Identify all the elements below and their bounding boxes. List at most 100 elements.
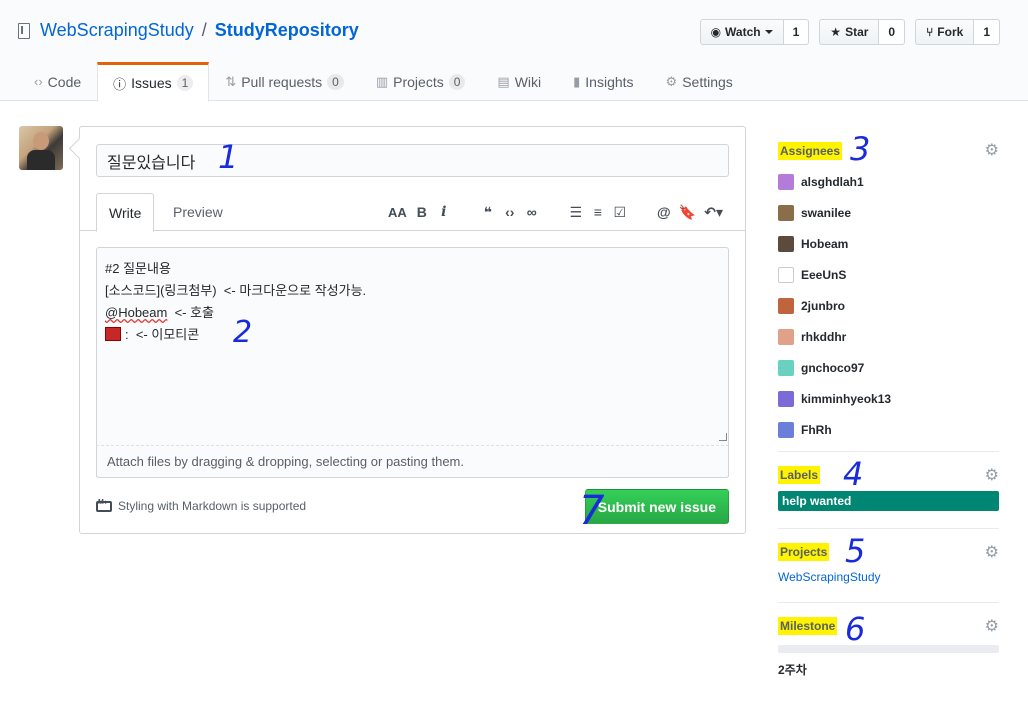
projects-heading[interactable]: Projects: [778, 543, 830, 561]
quote-icon[interactable]: ❝: [481, 204, 495, 221]
avatar[interactable]: [19, 126, 63, 170]
submit-new-issue-button[interactable]: Submit new issue: [584, 489, 729, 524]
emoji-icon: [105, 327, 121, 341]
milestone-heading[interactable]: Milestone: [778, 617, 838, 635]
resize-handle[interactable]: [719, 433, 727, 441]
assignee-login: kimminhyeok13: [801, 391, 892, 406]
git-pull-request-icon: ⇅: [225, 73, 237, 89]
reply-icon[interactable]: ↶▾: [704, 204, 723, 221]
gear-icon[interactable]: ⚙: [985, 465, 999, 485]
tab-preview[interactable]: Preview: [161, 193, 235, 231]
assignee-item[interactable]: alsghdlah1: [778, 166, 999, 197]
assignee-avatar: [778, 204, 794, 221]
mention-icon[interactable]: @: [657, 204, 671, 220]
issue-opened-icon: ⓘ: [113, 76, 127, 92]
repo-separator: /: [201, 20, 207, 40]
body-line: [소스코드](링크첨부) <- 마크다운으로 작성가능.: [105, 283, 367, 298]
gear-icon[interactable]: ⚙: [985, 616, 999, 636]
tab-pull-requests[interactable]: ⇅ Pull requests 0: [209, 62, 360, 101]
gear-icon: ⚙: [665, 73, 678, 89]
unordered-list-icon[interactable]: ☰: [569, 204, 583, 221]
tab-pull-requests-label: Pull requests: [241, 73, 323, 90]
reference-icon[interactable]: 🔖: [679, 204, 696, 221]
link-icon[interactable]: ∞: [525, 204, 539, 220]
assignee-item[interactable]: rhkddhr: [778, 321, 999, 352]
label-list: help wanted: [778, 491, 999, 511]
emoji-note: : <- 이모티콘: [125, 327, 200, 342]
italic-icon[interactable]: i: [437, 204, 451, 220]
gear-icon[interactable]: ⚙: [985, 542, 999, 562]
assignees-heading[interactable]: Assignees: [778, 142, 843, 160]
watch-button[interactable]: ◉ Watch: [699, 19, 784, 45]
ordered-list-icon[interactable]: ≡: [591, 204, 605, 220]
tab-insights-label: Insights: [585, 73, 634, 90]
avatar-face: [33, 132, 49, 150]
issue-title-value: 질문있습니다: [107, 154, 196, 172]
markdown-icon: [96, 499, 112, 512]
milestone-title[interactable]: 2주차: [778, 661, 999, 678]
projects-section: Projects ⚙ WebScrapingStudy: [778, 529, 999, 603]
star-count[interactable]: 0: [879, 19, 906, 45]
assignee-item[interactable]: gnchoco97: [778, 352, 999, 383]
eye-icon: ◉: [710, 25, 722, 39]
issue-title-input[interactable]: 질문있습니다: [96, 144, 729, 177]
bold-icon[interactable]: B: [415, 204, 429, 220]
markdown-toolbar: AA B i ❝ ‹› ∞ ☰ ≡ ☑ @ 🔖 ↶▾: [388, 193, 723, 231]
tab-write[interactable]: Write: [96, 193, 155, 232]
editor-tabs: Write Preview AA B i ❝ ‹› ∞ ☰ ≡ ☑ @ 🔖 ↶▾: [80, 193, 745, 232]
new-issue-form: 질문있습니다 Write Preview AA B i ❝ ‹› ∞ ☰ ≡ ☑…: [79, 126, 746, 534]
tab-settings[interactable]: ⚙ Settings: [650, 62, 749, 101]
label-help-wanted[interactable]: help wanted: [778, 491, 999, 511]
tab-issues[interactable]: ⓘ Issues 1: [97, 62, 210, 102]
assignee-avatar: [778, 328, 794, 345]
chevron-down-icon: [764, 30, 773, 34]
tab-wiki[interactable]: ▤ Wiki: [481, 62, 557, 101]
graph-icon: ▮: [573, 73, 581, 89]
body-line: : <- 이모티콘: [105, 324, 720, 346]
assignee-avatar: [778, 359, 794, 376]
tab-insights[interactable]: ▮ Insights: [557, 62, 649, 101]
code-icon[interactable]: ‹›: [503, 204, 517, 220]
repo-name-link[interactable]: StudyRepository: [215, 20, 359, 41]
milestone-progress-bar: [778, 645, 999, 653]
assignee-list: alsghdlah1 swanilee Hobeam EeeUnS 2junbro rhk…: [778, 166, 999, 445]
tasklist-icon[interactable]: ☑: [613, 204, 627, 221]
tab-code[interactable]: ‹› Code: [18, 62, 97, 101]
assignee-login: 2junbro: [801, 298, 845, 313]
attach-files-hint[interactable]: Attach files by dragging & dropping, sel…: [96, 445, 729, 478]
watch-label: Watch: [725, 25, 761, 39]
assignee-item[interactable]: 2junbro: [778, 290, 999, 321]
assignees-section: Assignees ⚙ alsghdlah1 swanilee Hobeam EeeU…: [778, 126, 999, 452]
header-icon[interactable]: AA: [388, 205, 407, 220]
assignee-item[interactable]: kimminhyeok13: [778, 383, 999, 414]
assignee-login: swanilee: [801, 205, 852, 220]
assignee-item[interactable]: swanilee: [778, 197, 999, 228]
repo-icon: [18, 22, 30, 39]
repo-owner-link[interactable]: WebScrapingStudy: [40, 20, 194, 41]
issue-body-textarea[interactable]: #2 질문내용 [소스코드](링크첨부) <- 마크다운으로 작성가능. @Ho…: [96, 247, 729, 477]
repo-header: WebScrapingStudy / StudyRepository ◉ Wat…: [0, 0, 1028, 102]
fork-count[interactable]: 1: [974, 19, 1000, 45]
tab-projects-label: Projects: [393, 73, 444, 90]
assignee-login: alsghdlah1: [801, 174, 864, 189]
gear-icon[interactable]: ⚙: [985, 140, 999, 160]
assignee-item[interactable]: Hobeam: [778, 228, 999, 259]
assignee-item[interactable]: FhRh: [778, 414, 999, 445]
tab-issues-count: 1: [176, 75, 194, 91]
watch-count[interactable]: 1: [783, 19, 810, 45]
markdown-note-text: Styling with Markdown is supported: [118, 499, 307, 513]
body-line: @Hobeam <- 호출: [105, 302, 720, 324]
star-button[interactable]: ★ Star: [819, 19, 880, 45]
labels-heading[interactable]: Labels: [778, 466, 821, 484]
tab-wiki-label: Wiki: [514, 73, 542, 90]
fork-button[interactable]: ⑂ Fork: [915, 19, 975, 45]
repo-actions: ◉ Watch 1 ★ Star 0 ⑂ Fork 1: [699, 19, 1000, 45]
assignee-item[interactable]: EeeUnS: [778, 259, 999, 290]
markdown-note[interactable]: Styling with Markdown is supported: [96, 499, 306, 513]
labels-section: Labels ⚙ help wanted: [778, 452, 999, 529]
tab-issues-label: Issues: [131, 75, 172, 91]
avatar-body: [27, 150, 55, 170]
project-link[interactable]: WebScrapingStudy: [778, 570, 881, 584]
code-icon: ‹›: [34, 74, 43, 89]
tab-projects[interactable]: ▥ Projects 0: [360, 62, 482, 101]
